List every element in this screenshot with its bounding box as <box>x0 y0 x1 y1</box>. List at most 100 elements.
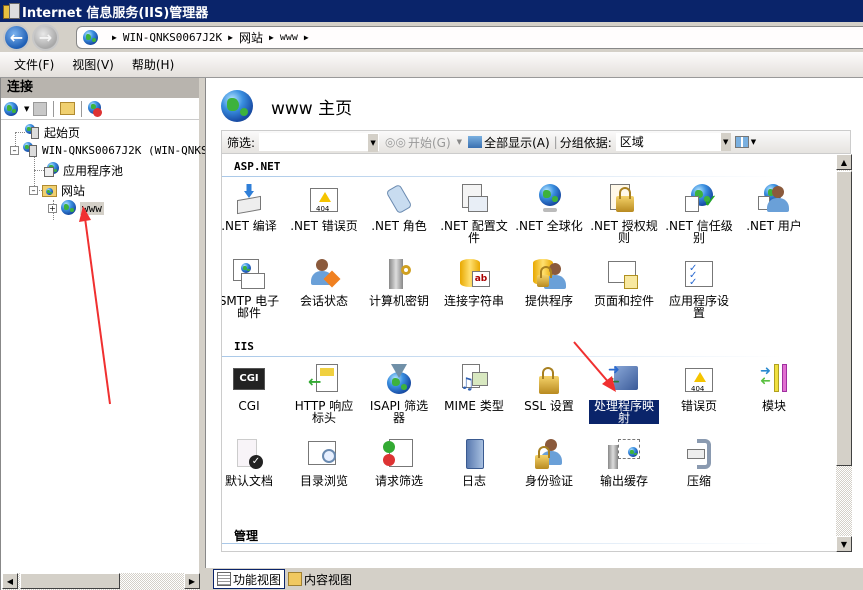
site-globe-icon <box>61 200 77 216</box>
feature-machine-key[interactable]: 计算机密钥 <box>364 259 434 307</box>
breadcrumb-separator-icon[interactable]: ▶ <box>304 33 309 42</box>
collapse-toggle[interactable]: – <box>10 145 19 155</box>
scroll-right-button[interactable]: ▶ <box>184 573 200 589</box>
feature-compression[interactable]: 压缩 <box>664 439 734 487</box>
feature-label: .NET 用户 <box>746 219 802 233</box>
go-button[interactable]: ◎◎ 开始(G) <box>385 134 451 151</box>
breadcrumb-www[interactable]: www <box>280 32 298 43</box>
tree-item-www[interactable]: + www <box>48 200 104 216</box>
feature-pages-controls[interactable]: 页面和控件 <box>589 259 659 307</box>
binoculars-icon: ◎◎ <box>385 135 406 149</box>
scroll-left-button[interactable]: ◀ <box>2 573 18 589</box>
feature-dotnet-error-pages[interactable]: 404 .NET 错误页 <box>289 184 359 232</box>
scroll-thumb[interactable] <box>836 171 852 466</box>
save-icon[interactable] <box>33 101 48 116</box>
connections-horizontal-scrollbar[interactable]: ◀ ▶ <box>2 573 200 590</box>
tree-item-app-pools[interactable]: 应用程序池 <box>44 162 123 178</box>
group-dropdown-arrow-icon[interactable]: ▼ <box>720 133 731 151</box>
feature-dotnet-profile[interactable]: .NET 配置文件 <box>439 184 509 244</box>
feature-request-filtering[interactable]: 请求筛选 <box>364 439 434 487</box>
feature-authentication[interactable]: 身份验证 <box>514 439 584 487</box>
breadcrumb-server[interactable]: WIN-QNKS0067J2K <box>123 31 222 44</box>
feature-error-pages[interactable]: 404 错误页 <box>664 364 734 412</box>
up-folder-icon[interactable] <box>60 102 76 115</box>
group-header-2[interactable]: 管理 <box>234 527 258 544</box>
feature-modules[interactable]: ➜ ➜ 模块 <box>739 364 809 412</box>
tree-item-server[interactable]: – WIN-QNKS0067J2K (WIN-QNKS0 <box>10 142 214 158</box>
group-by-label: 分组依据: <box>559 135 612 150</box>
feature-label: 模块 <box>761 399 786 413</box>
feature-dotnet-authorization[interactable]: .NET 授权规则 <box>589 184 659 244</box>
group-by-select[interactable]: 区域 ▼ <box>615 133 731 151</box>
feature-providers[interactable]: 提供程序 <box>514 259 584 307</box>
feature-dotnet-compile[interactable]: .NET 编译 <box>222 184 284 232</box>
view-mode-icon[interactable] <box>734 136 749 148</box>
connections-header: 连接 <box>1 78 199 98</box>
feature-directory-browsing[interactable]: 目录浏览 <box>289 439 359 487</box>
feature-default-document[interactable]: ✓ 默认文档 <box>222 439 284 488</box>
tab-content-view[interactable]: 内容视图 <box>285 569 355 589</box>
group-header-0[interactable]: ASP.NET <box>234 160 280 173</box>
forward-button[interactable]: → <box>32 24 59 51</box>
dropdown-arrow-icon[interactable]: ▼ <box>24 105 29 113</box>
expand-toggle[interactable]: + <box>48 203 57 213</box>
feature-http-response-headers[interactable]: ← HTTP 响应标头 <box>289 364 359 424</box>
breadcrumb-separator-icon[interactable]: ▶ <box>228 33 233 42</box>
go-dropdown-arrow-icon[interactable]: ▼ <box>457 138 462 146</box>
window-title: Internet 信息服务(IIS)管理器 <box>22 5 209 21</box>
filter-input[interactable]: ▼ <box>259 133 380 152</box>
feature-logging[interactable]: 日志 <box>439 439 509 487</box>
menu-view[interactable]: 视图(V) <box>72 56 114 73</box>
menu-help[interactable]: 帮助(H) <box>132 56 174 73</box>
feature-label: .NET 全球化 <box>515 219 583 233</box>
feature-dotnet-users[interactable]: .NET 用户 <box>739 184 809 232</box>
feature-dotnet-trust-levels[interactable]: ✓ .NET 信任级别 <box>664 184 734 244</box>
dotnet-globalization-icon <box>533 184 565 216</box>
feature-isapi-filters[interactable]: ISAPI 筛选器 <box>364 364 434 424</box>
breadcrumb-separator-icon[interactable]: ▶ <box>269 33 274 42</box>
disconnect-icon[interactable] <box>88 100 104 117</box>
group-divider <box>222 543 782 544</box>
feature-label: 默认文档 <box>224 474 273 488</box>
scroll-up-button[interactable]: ▲ <box>836 154 852 170</box>
filter-dropdown-arrow-icon[interactable]: ▼ <box>368 134 379 152</box>
http-response-headers-icon: ← <box>308 364 340 396</box>
tree-item-sites[interactable]: – 网站 <box>29 182 85 198</box>
feature-app-settings[interactable]: ✓ ✓ ✓ 应用程序设置 <box>664 259 734 319</box>
feature-dotnet-globalization[interactable]: .NET 全球化 <box>514 184 584 232</box>
feature-output-caching[interactable]: 输出缓存 <box>589 439 659 487</box>
feature-label: 计算机密钥 <box>368 294 429 308</box>
address-breadcrumb[interactable]: ▶ WIN-QNKS0067J2K ▶ 网站 ▶ www ▶ <box>76 26 863 49</box>
toolbar-separator <box>81 100 83 117</box>
feature-dotnet-roles[interactable]: .NET 角色 <box>364 183 434 232</box>
feature-cgi[interactable]: CGI CGI <box>222 364 284 413</box>
scroll-thumb[interactable] <box>20 573 120 589</box>
back-button[interactable]: ← <box>3 24 30 51</box>
connect-globe-icon[interactable] <box>4 101 20 117</box>
tree-item-start-page[interactable]: 起始页 <box>25 124 80 140</box>
feature-label: 会话状态 <box>299 294 348 308</box>
group-divider <box>222 356 782 357</box>
feature-label: 应用程序设置 <box>668 294 729 320</box>
group-header-1[interactable]: IIS <box>234 340 254 353</box>
tab-features-view[interactable]: 功能视图 <box>213 569 286 589</box>
feature-connection-strings[interactable]: ab 连接字符串 <box>439 259 509 307</box>
menu-file[interactable]: 文件(F) <box>14 56 54 73</box>
breadcrumb-sites[interactable]: 网站 <box>239 29 263 46</box>
filter-label: 筛选: <box>227 135 256 150</box>
features-vertical-scrollbar[interactable]: ▲ ▼ <box>836 154 852 552</box>
scroll-down-button[interactable]: ▼ <box>836 536 852 552</box>
breadcrumb-separator-icon[interactable]: ▶ <box>112 33 117 42</box>
show-all-button[interactable]: 全部显示(A) <box>468 134 550 151</box>
feature-mime-types[interactable]: ♫ MIME 类型 <box>439 364 509 412</box>
directory-browsing-icon <box>308 439 340 471</box>
compression-icon <box>683 439 715 471</box>
ssl-settings-icon <box>533 364 565 396</box>
collapse-toggle[interactable]: – <box>29 185 38 195</box>
machine-key-icon <box>383 259 415 291</box>
feature-smtp-email[interactable]: SMTP 电子邮件 <box>222 259 284 319</box>
feature-session-state[interactable]: 会话状态 <box>289 259 359 307</box>
toolbar-separator: | <box>553 135 558 149</box>
feature-label: CGI <box>238 399 260 413</box>
view-mode-dropdown-icon[interactable]: ▼ <box>751 138 756 146</box>
